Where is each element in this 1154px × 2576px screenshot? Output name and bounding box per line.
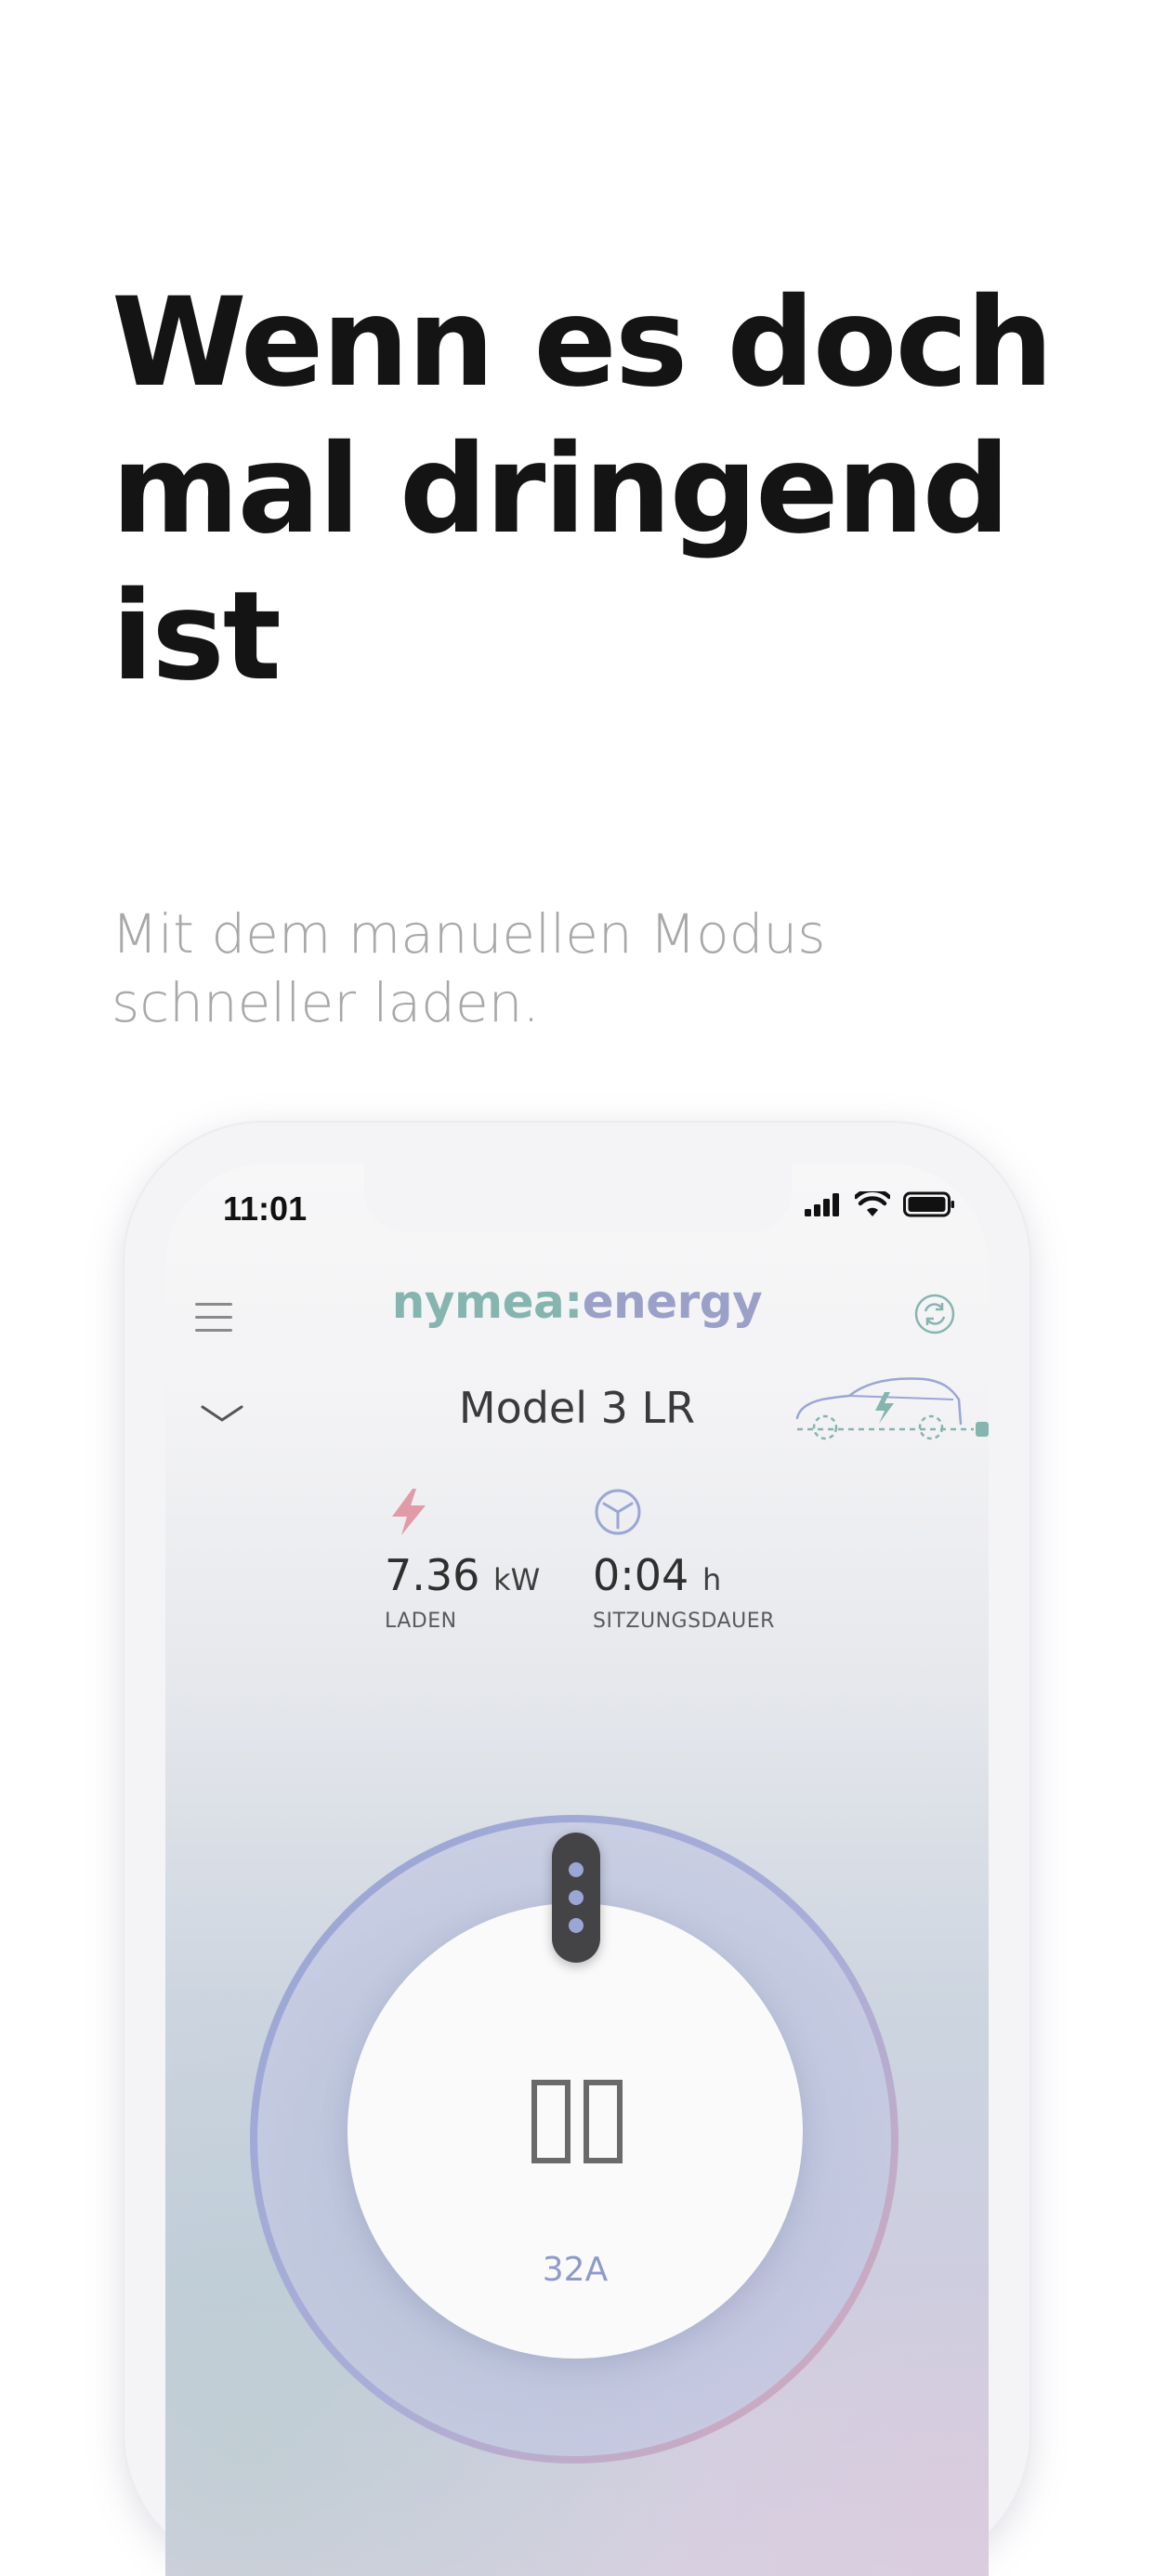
- phone-notch: [364, 1163, 792, 1232]
- session-duration-unit: h: [702, 1562, 722, 1597]
- lightning-icon: [392, 1489, 426, 1535]
- app-logo: nymea:energy: [165, 1275, 989, 1329]
- battery-icon: [903, 1191, 954, 1217]
- charge-power-value: 7.36 kW: [385, 1550, 541, 1600]
- headline: Wenn es doch mal dringend ist: [111, 269, 1078, 710]
- subline-line-1: Mit dem manuellen Modus: [111, 902, 826, 966]
- subline-line-2: schneller laden.: [111, 971, 540, 1034]
- pause-icon[interactable]: [531, 2080, 623, 2163]
- charging-current-label: 32A: [542, 2251, 609, 2289]
- headline-line-1: Wenn es doch: [111, 271, 1054, 414]
- logo-part-nymea: nymea:: [391, 1275, 583, 1329]
- phone-screen: 11:01 nymea:energy Model 3 LR 7.36 kW LA…: [165, 1163, 989, 2576]
- cellular-signal-icon: [805, 1193, 839, 1216]
- sync-icon[interactable]: [912, 1292, 957, 1336]
- headline-line-2: mal dringend: [111, 418, 1010, 561]
- session-duration-stat: 0:04 h SITZUNGSDAUER: [593, 1487, 775, 1633]
- charge-power-stat: 7.36 kW LADEN: [385, 1487, 540, 1633]
- clock-icon: [595, 1489, 641, 1535]
- session-duration-label: SITZUNGSDAUER: [593, 1610, 775, 1633]
- session-duration-value: 0:04 h: [593, 1550, 722, 1600]
- phone-mockup: 11:01 nymea:energy Model 3 LR 7.36 kW LA…: [125, 1123, 1029, 2576]
- charge-power-unit: kW: [493, 1562, 541, 1597]
- status-bar-icons: [805, 1191, 955, 1217]
- logo-part-energy: energy: [582, 1275, 763, 1329]
- headline-line-3: ist: [111, 565, 282, 708]
- car-charging-icon: [795, 1377, 989, 1440]
- subline: Mit dem manuellen Modus schneller laden.: [111, 900, 1059, 1037]
- dial-drag-handle[interactable]: [552, 1833, 600, 1963]
- wifi-icon: [855, 1191, 890, 1216]
- status-bar-time: 11:01: [223, 1189, 308, 1228]
- charge-power-label: LADEN: [385, 1610, 457, 1633]
